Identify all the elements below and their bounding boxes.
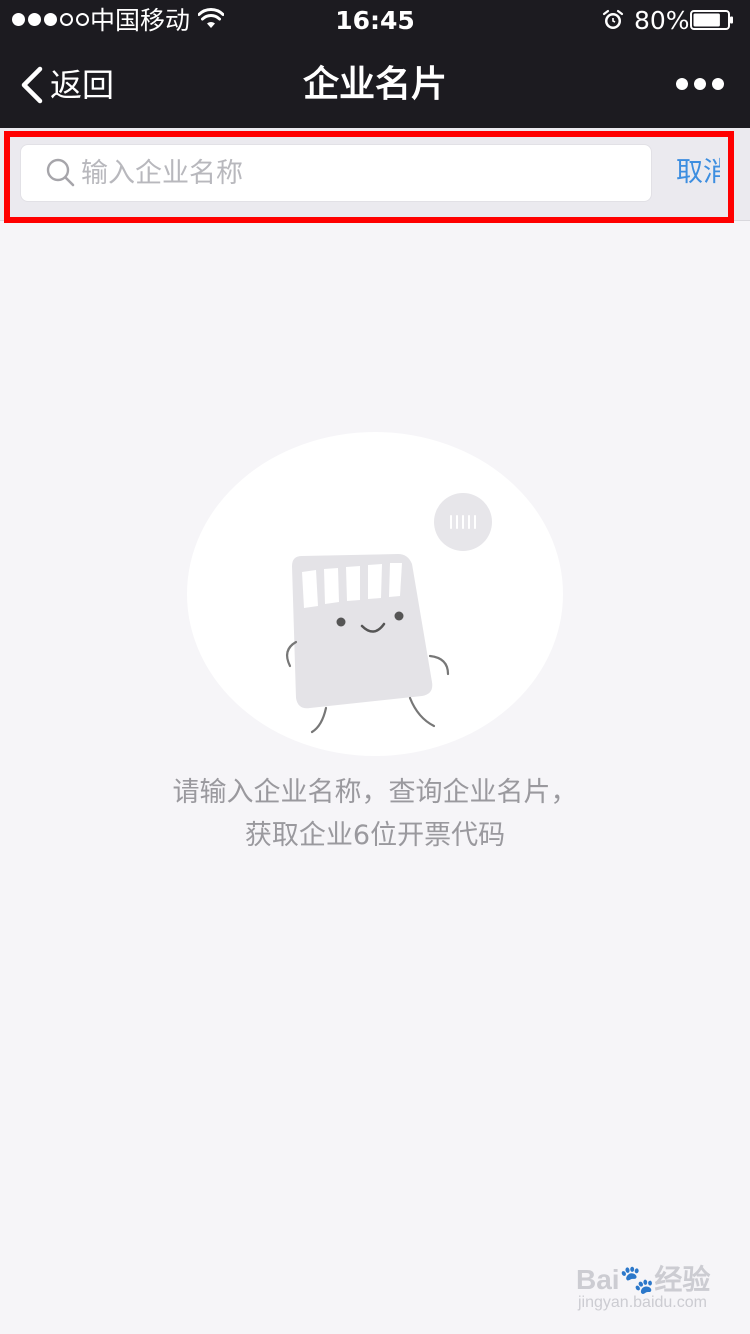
watermark-brand: Bai🐾经验 <box>576 1264 711 1295</box>
screen: 中国移动 16:45 80% 返回 企业名片 输入企业名称 取消 请输入企业名称… <box>0 0 750 1334</box>
more-dot-icon <box>712 78 724 90</box>
more-dot-icon <box>694 78 706 90</box>
search-input[interactable] <box>81 145 641 201</box>
status-bar: 中国移动 16:45 80% <box>0 0 750 42</box>
empty-state-message-line1: 请输入企业名称，查询企业名片， <box>172 777 578 808</box>
empty-state-message-line2: 获取企业6位开票代码 <box>244 820 506 851</box>
more-options-button[interactable] <box>676 74 724 94</box>
cancel-button[interactable]: 取消 <box>676 154 720 192</box>
search-bar: 取消 <box>0 128 750 223</box>
empty-state-illustration <box>187 432 563 756</box>
watermark-logo: Bai🐾经验 jingyan.baidu.com <box>576 1258 716 1318</box>
navigation-bar: 返回 企业名片 <box>0 42 750 128</box>
battery-icon <box>690 10 733 30</box>
search-box[interactable] <box>20 144 652 202</box>
page-title: 企业名片 <box>302 64 447 105</box>
alarm-icon <box>602 9 624 29</box>
watermark-url: jingyan.baidu.com <box>578 1294 707 1311</box>
more-dot-icon <box>676 78 688 90</box>
battery-percentage: 80% <box>634 6 690 35</box>
search-icon <box>46 158 75 187</box>
